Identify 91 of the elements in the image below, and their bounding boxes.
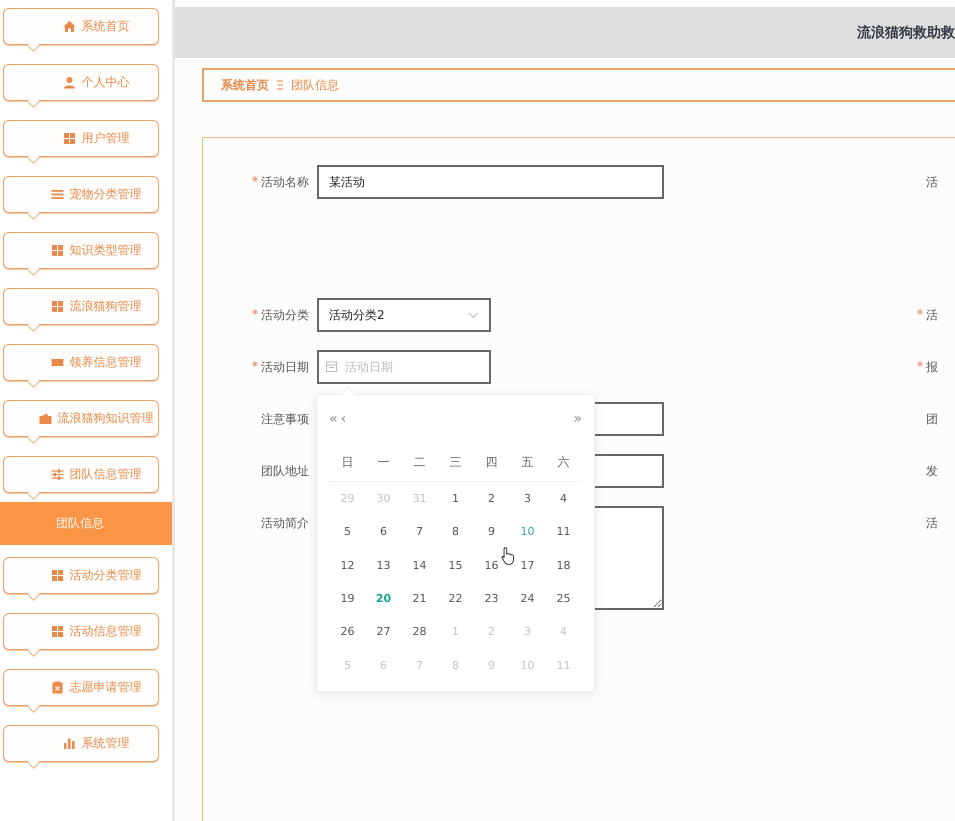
weekday-label: 三 bbox=[448, 454, 462, 470]
date-cell[interactable]: 7 bbox=[402, 525, 438, 538]
date-cell[interactable]: 4 bbox=[546, 492, 582, 506]
date-cell[interactable]: 2 bbox=[474, 625, 510, 638]
chevron-down-icon bbox=[468, 312, 479, 318]
weekday-label: 五 bbox=[520, 454, 534, 470]
date-cell[interactable]: 30 bbox=[366, 492, 402, 506]
list-icon bbox=[50, 188, 64, 201]
date-cell[interactable]: 12 bbox=[330, 558, 366, 572]
field-label: 活 bbox=[926, 516, 938, 530]
sliders-icon bbox=[50, 468, 64, 481]
date-cell[interactable]: 2 bbox=[474, 492, 510, 506]
grid-icon bbox=[50, 569, 64, 582]
date-cell[interactable]: 14 bbox=[402, 558, 438, 572]
field-label: 团 bbox=[926, 412, 938, 426]
field-label: 活动分类 bbox=[261, 308, 309, 322]
bar-chart-icon bbox=[62, 737, 76, 750]
date-cell[interactable]: 4 bbox=[546, 625, 582, 638]
input-field[interactable]: 某活动 bbox=[317, 165, 664, 199]
date-cell[interactable]: 5 bbox=[330, 525, 366, 538]
weekday-label: 二 bbox=[412, 454, 426, 470]
field-label: 发 bbox=[926, 464, 938, 478]
user-icon bbox=[62, 76, 76, 89]
select-field[interactable]: 活动分类2 bbox=[317, 298, 491, 332]
date-cell[interactable]: 15 bbox=[438, 558, 474, 572]
weekday-label: 四 bbox=[484, 454, 498, 470]
date-cell[interactable]: 11 bbox=[546, 658, 582, 672]
date-cell[interactable]: 10 bbox=[510, 658, 546, 672]
date-cell[interactable]: 26 bbox=[330, 625, 366, 638]
date-cell[interactable]: 22 bbox=[438, 592, 474, 606]
weekday-label: 一 bbox=[376, 454, 390, 470]
date-cell[interactable]: 20 bbox=[366, 592, 402, 606]
date-cell[interactable]: 7 bbox=[402, 658, 438, 672]
required-icon bbox=[917, 309, 923, 315]
date-field[interactable]: 活动日期 bbox=[317, 350, 491, 384]
required-icon bbox=[252, 309, 258, 315]
date-cell[interactable]: 29 bbox=[330, 492, 366, 506]
required-icon bbox=[252, 361, 258, 367]
date-cell[interactable]: 23 bbox=[474, 592, 510, 606]
date-cell[interactable]: 3 bbox=[510, 492, 546, 506]
date-cell[interactable]: 6 bbox=[366, 658, 402, 672]
date-cell[interactable]: 1 bbox=[438, 492, 474, 506]
sidebar-subitem[interactable]: 团队信息 bbox=[0, 502, 172, 545]
separator-icon bbox=[276, 80, 284, 90]
date-cell[interactable]: 24 bbox=[510, 592, 546, 606]
field-label: 报 bbox=[926, 360, 938, 374]
date-cell[interactable]: 8 bbox=[438, 525, 474, 538]
hand-cursor-icon bbox=[501, 546, 515, 566]
weekday-label: 日 bbox=[340, 454, 354, 470]
date-cell[interactable]: 21 bbox=[402, 592, 438, 606]
date-cell[interactable]: 19 bbox=[330, 592, 366, 606]
ticket-icon bbox=[50, 356, 64, 369]
field-label: 活动简介 bbox=[261, 516, 309, 530]
grid-icon bbox=[50, 625, 64, 638]
date-cell[interactable]: 1 bbox=[438, 625, 474, 638]
clipboard-icon bbox=[50, 681, 64, 694]
date-cell[interactable]: 28 bbox=[402, 625, 438, 638]
date-cell[interactable]: 5 bbox=[330, 658, 366, 672]
date-cell[interactable]: 3 bbox=[510, 625, 546, 638]
date-cell[interactable]: 25 bbox=[546, 592, 582, 606]
previous-month-button[interactable]: ‹ bbox=[340, 411, 346, 427]
field-label: 活动名称 bbox=[261, 175, 309, 189]
weekday-label: 六 bbox=[556, 454, 570, 470]
field-label: 注意事项 bbox=[261, 412, 309, 426]
field-label: 团队地址 bbox=[261, 464, 309, 478]
breadcrumb-link[interactable]: 系统首页 bbox=[221, 76, 269, 94]
app-title: 流浪猫狗救助救 bbox=[857, 24, 955, 42]
date-cell[interactable]: 6 bbox=[366, 525, 402, 538]
grid-icon bbox=[50, 244, 64, 257]
field-label: 活动日期 bbox=[261, 360, 309, 374]
date-cell[interactable]: 10 bbox=[510, 525, 546, 538]
required-icon bbox=[917, 361, 923, 367]
field-label: 活 bbox=[926, 175, 938, 189]
date-cell[interactable]: 31 bbox=[402, 492, 438, 506]
date-cell[interactable]: 9 bbox=[474, 525, 510, 538]
grid-icon bbox=[62, 132, 76, 145]
date-cell[interactable]: 27 bbox=[366, 625, 402, 638]
date-cell[interactable]: 9 bbox=[474, 658, 510, 672]
date-cell[interactable]: 8 bbox=[438, 658, 474, 672]
wallet-icon bbox=[38, 412, 52, 425]
required-icon bbox=[252, 176, 258, 182]
date-cell[interactable]: 11 bbox=[546, 525, 582, 538]
date-cell[interactable]: 18 bbox=[546, 558, 582, 572]
calendar-icon bbox=[325, 360, 338, 373]
next-year-button[interactable]: » bbox=[573, 411, 582, 427]
home-icon bbox=[62, 20, 76, 33]
date-cell[interactable]: 13 bbox=[366, 558, 402, 572]
field-label: 活 bbox=[926, 308, 938, 322]
previous-year-button[interactable]: « bbox=[329, 411, 338, 427]
breadcrumb-current[interactable]: 团队信息 bbox=[291, 76, 339, 94]
grid-icon bbox=[50, 300, 64, 313]
